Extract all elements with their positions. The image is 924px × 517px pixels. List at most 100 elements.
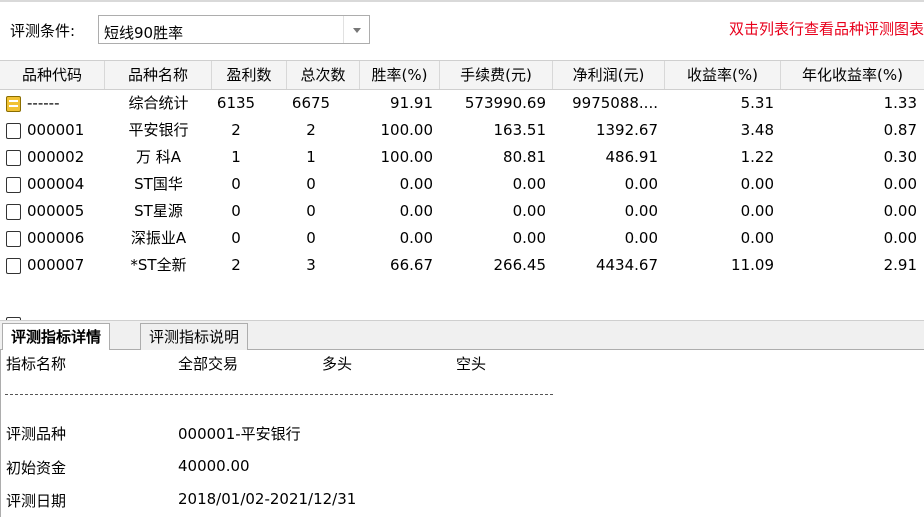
cell-wins: 2 (231, 256, 241, 274)
cell-winrate: 0.00 (399, 202, 433, 220)
cell-name: ST国华 (134, 175, 183, 193)
cell-winrate: 91.91 (390, 94, 433, 112)
detail-value: 2018/01/02-2021/12/31 (178, 490, 357, 508)
cell-fee: 0.00 (512, 229, 546, 247)
cell-total: 0 (306, 229, 316, 247)
cell-return: 5.31 (740, 94, 774, 112)
table-row[interactable]: 000006 深振业A 0 0 0.00 0.00 0.00 0.00 0.00 (0, 225, 924, 252)
detail-header-all: 全部交易 (178, 355, 239, 373)
column-header-fee[interactable]: 手续费(元) (440, 61, 553, 89)
cell-code: 000005 (27, 202, 85, 220)
column-header-name[interactable]: 品种名称 (105, 61, 212, 89)
cell-total: 0 (306, 175, 316, 193)
detail-label: 评测日期 (6, 492, 67, 510)
cell-winrate: 100.00 (380, 121, 434, 139)
detail-panel: 指标名称 全部交易 多头 空头 评测品种 000001-平安银行 初始资金 40… (0, 350, 924, 517)
detail-header-long: 多头 (322, 355, 353, 373)
column-header-code[interactable]: 品种代码 (0, 61, 105, 89)
cell-name: 综合统计 (128, 94, 189, 112)
cell-name: ST星源 (134, 202, 183, 220)
detail-label: 评测品种 (6, 425, 67, 443)
detail-value: 000001-平安银行 (178, 425, 301, 443)
table-row[interactable]: ------ 综合统计 6135 6675 91.91 573990.69 9975088.… (0, 90, 924, 117)
dropdown-button[interactable] (343, 16, 369, 43)
cell-total: 0 (306, 202, 316, 220)
cell-winrate: 66.67 (390, 256, 433, 274)
detail-value: 40000.00 (178, 457, 250, 475)
cell-total: 2 (306, 121, 316, 139)
cell-return: 3.48 (740, 121, 774, 139)
cell-code: 000007 (27, 256, 85, 274)
cell-profit: 0.00 (624, 202, 658, 220)
cell-profit: 486.91 (605, 148, 659, 166)
tab-bar: 评测指标详情 评测指标说明 (0, 320, 924, 352)
detail-header-short: 空头 (456, 355, 487, 373)
table-row[interactable]: 000005 ST星源 0 0 0.00 0.00 0.00 0.00 0.00 (0, 198, 924, 225)
document-icon (6, 150, 21, 166)
cell-annual-return: 1.33 (883, 94, 917, 112)
cell-winrate: 0.00 (399, 175, 433, 193)
cell-code: 000006 (27, 229, 85, 247)
divider (5, 394, 553, 395)
cell-name: 平安银行 (128, 121, 189, 139)
cell-annual-return: 0.00 (883, 175, 917, 193)
cell-fee: 573990.69 (464, 94, 546, 112)
tab-metrics-detail[interactable]: 评测指标详情 (2, 323, 111, 352)
cell-return: 0.00 (740, 202, 774, 220)
cell-name: *ST全新 (130, 256, 187, 274)
document-icon (6, 231, 21, 247)
cell-profit: 0.00 (624, 229, 658, 247)
chevron-down-icon (353, 28, 361, 33)
results-table: 品种代码 品种名称 盈利数 总次数 胜率(%) 手续费(元) 净利润(元) 收益… (0, 60, 924, 320)
cell-name: 万 科A (135, 148, 182, 166)
document-icon (6, 177, 21, 193)
cell-return: 0.00 (740, 229, 774, 247)
hint-text: 双击列表行查看品种评测图表 (728, 20, 924, 38)
cell-annual-return: 2.91 (883, 256, 917, 274)
cell-fee: 266.45 (493, 256, 547, 274)
cell-wins: 0 (231, 202, 241, 220)
cell-return: 11.09 (731, 256, 774, 274)
cell-total: 6675 (291, 94, 331, 112)
condition-select-value: 短线90胜率 (104, 24, 184, 42)
column-header-return[interactable]: 收益率(%) (665, 61, 781, 89)
document-icon (6, 258, 21, 274)
cell-profit: 1392.67 (595, 121, 658, 139)
cell-return: 0.00 (740, 175, 774, 193)
column-header-wins[interactable]: 盈利数 (212, 61, 287, 89)
condition-select[interactable]: 短线90胜率 (98, 15, 370, 44)
cell-name: 深振业A (130, 229, 187, 247)
document-icon (6, 123, 21, 139)
condition-label: 评测条件: (10, 22, 76, 40)
column-header-profit[interactable]: 净利润(元) (553, 61, 665, 89)
table-row[interactable]: 000004 ST国华 0 0 0.00 0.00 0.00 0.00 0.00 (0, 171, 924, 198)
cell-fee: 80.81 (503, 148, 546, 166)
cell-wins: 0 (231, 229, 241, 247)
detail-header-name: 指标名称 (6, 355, 67, 373)
cell-wins: 6135 (216, 94, 256, 112)
table-row[interactable]: 000002 万 科A 1 1 100.00 80.81 486.91 1.22 0.30 (0, 144, 924, 171)
tab-metrics-explanation[interactable]: 评测指标说明 (140, 323, 249, 351)
cell-annual-return: 0.00 (883, 229, 917, 247)
table-row[interactable]: 000007 *ST全新 2 3 66.67 266.45 4434.67 11.09 2.91 (0, 252, 924, 279)
cell-code: ------ (27, 94, 60, 112)
cell-profit: 9975088.... (572, 94, 658, 112)
cell-fee: 0.00 (512, 175, 546, 193)
cell-total: 3 (306, 256, 316, 274)
cell-code: 000002 (27, 148, 85, 166)
cell-wins: 1 (231, 148, 241, 166)
cell-winrate: 100.00 (380, 148, 434, 166)
table-header: 品种代码 品种名称 盈利数 总次数 胜率(%) 手续费(元) 净利润(元) 收益… (0, 61, 924, 90)
cell-wins: 0 (231, 175, 241, 193)
cell-fee: 163.51 (493, 121, 547, 139)
cell-annual-return: 0.87 (883, 121, 917, 139)
table-row[interactable]: 000001 平安银行 2 2 100.00 163.51 1392.67 3.48 0.87 (0, 117, 924, 144)
cell-wins: 2 (231, 121, 241, 139)
cell-profit: 0.00 (624, 175, 658, 193)
column-header-winrate[interactable]: 胜率(%) (360, 61, 440, 89)
document-icon (6, 204, 21, 220)
column-header-total[interactable]: 总次数 (287, 61, 360, 89)
cell-winrate: 0.00 (399, 229, 433, 247)
detail-label: 初始资金 (6, 459, 67, 477)
column-header-annual-return[interactable]: 年化收益率(%) (781, 61, 924, 89)
